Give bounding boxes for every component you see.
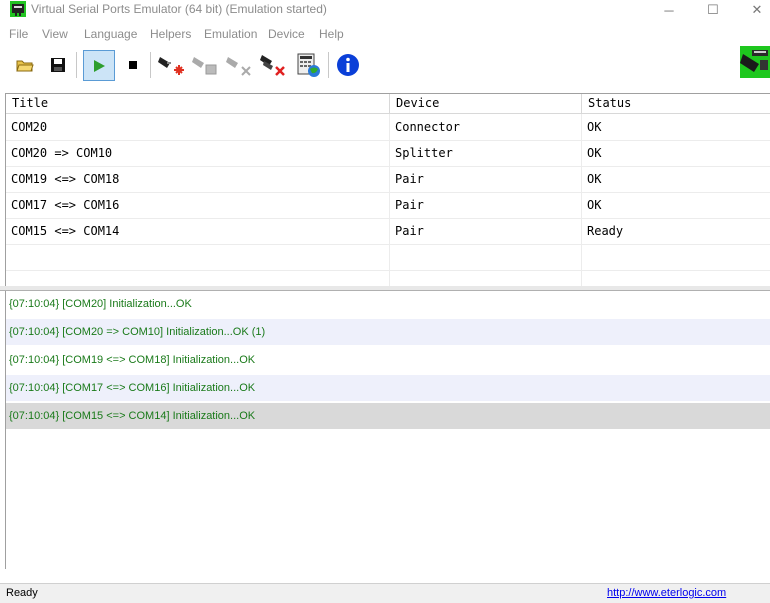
title-bar: Virtual Serial Ports Emulator (64 bit) (… [0, 0, 770, 20]
create-device-icon [158, 57, 184, 75]
website-link[interactable]: http://www.eterlogic.com [607, 587, 726, 599]
device-properties-icon [297, 53, 320, 77]
log-entry: {07:10:04} [COM19 <=> COM18] Initializat… [9, 354, 256, 366]
cell-device: Splitter [390, 140, 582, 166]
table-row[interactable]: COM17 <=> COM16 Pair OK [6, 192, 770, 219]
menu-helpers[interactable]: Helpers [150, 27, 191, 41]
toolbar-separator [150, 52, 151, 78]
menu-help[interactable]: Help [319, 27, 344, 41]
cell-device: Pair [390, 166, 582, 192]
window-title: Virtual Serial Ports Emulator (64 bit) (… [31, 2, 327, 16]
create-device-button[interactable] [158, 51, 184, 79]
menu-emulation[interactable]: Emulation [204, 27, 257, 41]
start-emulation-button[interactable] [83, 50, 115, 81]
log-panel[interactable]: {07:10:04} [COM20] Initialization...OK {… [5, 291, 770, 569]
cell-title: COM20 => COM10 [6, 140, 390, 166]
menu-file[interactable]: File [9, 27, 28, 41]
cell-title: COM19 <=> COM18 [6, 166, 390, 192]
empty-cell [6, 270, 390, 286]
save-button[interactable] [45, 51, 71, 79]
save-icon [51, 58, 65, 72]
menu-bar: File View Language Helpers Emulation Dev… [0, 24, 770, 44]
status-bar: Ready http://www.eterlogic.com [0, 583, 770, 603]
empty-row [6, 270, 770, 286]
device-properties-button[interactable] [296, 51, 322, 79]
toolbar [0, 46, 770, 86]
cell-status: Ready [587, 224, 624, 238]
cell-status: OK [587, 146, 602, 160]
stop-emulation-button[interactable] [120, 51, 146, 79]
log-entry: {07:10:04} [COM17 <=> COM16] Initializat… [6, 375, 770, 401]
cell-status: OK [587, 172, 602, 186]
about-icon [337, 54, 359, 76]
close-button[interactable]: ✕ [734, 0, 770, 20]
edit-device-button[interactable] [192, 51, 218, 79]
empty-row [6, 244, 770, 271]
vspe-logo-icon [740, 46, 770, 78]
cell-device: Connector [390, 114, 582, 140]
status-text: Ready [6, 587, 38, 599]
log-entry-selected: {07:10:04} [COM15 <=> COM14] Initializat… [6, 403, 770, 429]
table-row[interactable]: COM20 => COM10 Splitter OK [6, 140, 770, 167]
device-table: Title Device Status COM20 Connector OK C… [5, 93, 770, 287]
remove-device-button[interactable] [226, 51, 252, 79]
cell-device: Pair [390, 192, 582, 218]
minimize-button[interactable]: ─ [646, 0, 692, 20]
column-header-device[interactable]: Device [390, 94, 582, 113]
menu-device[interactable]: Device [268, 27, 305, 41]
toolbar-separator [76, 52, 77, 78]
about-button[interactable] [335, 51, 361, 79]
cell-title: COM20 [6, 114, 390, 140]
empty-cell [6, 244, 390, 270]
empty-cell [390, 244, 582, 270]
empty-cell [390, 270, 582, 286]
table-row[interactable]: COM20 Connector OK [6, 114, 770, 141]
stop-emulation-icon [129, 61, 137, 69]
open-button[interactable] [12, 51, 38, 79]
log-entry: {07:10:04} [COM20 => COM10] Initializati… [6, 319, 770, 345]
column-header-status[interactable]: Status [582, 94, 770, 113]
app-logo-icon [10, 1, 26, 17]
menu-language[interactable]: Language [84, 27, 137, 41]
remove-device-icon [226, 57, 251, 76]
table-row[interactable]: COM15 <=> COM14 Pair Ready [6, 218, 770, 245]
cell-status: OK [587, 120, 602, 134]
remove-all-devices-button[interactable] [260, 51, 286, 79]
table-header: Title Device Status [6, 94, 770, 114]
column-header-title[interactable]: Title [6, 94, 390, 113]
log-entry: {07:10:04} [COM20] Initialization...OK [9, 298, 192, 310]
toolbar-separator [328, 52, 329, 78]
maximize-button[interactable]: ☐ [690, 0, 736, 20]
table-row[interactable]: COM19 <=> COM18 Pair OK [6, 166, 770, 193]
menu-view[interactable]: View [42, 27, 68, 41]
start-emulation-icon [94, 59, 105, 72]
cell-title: COM15 <=> COM14 [6, 218, 390, 244]
cell-title: COM17 <=> COM16 [6, 192, 390, 218]
cell-status: OK [587, 198, 602, 212]
edit-device-icon [192, 57, 217, 75]
cell-device: Pair [390, 218, 582, 244]
open-icon [16, 60, 34, 72]
remove-all-devices-icon [260, 55, 285, 76]
